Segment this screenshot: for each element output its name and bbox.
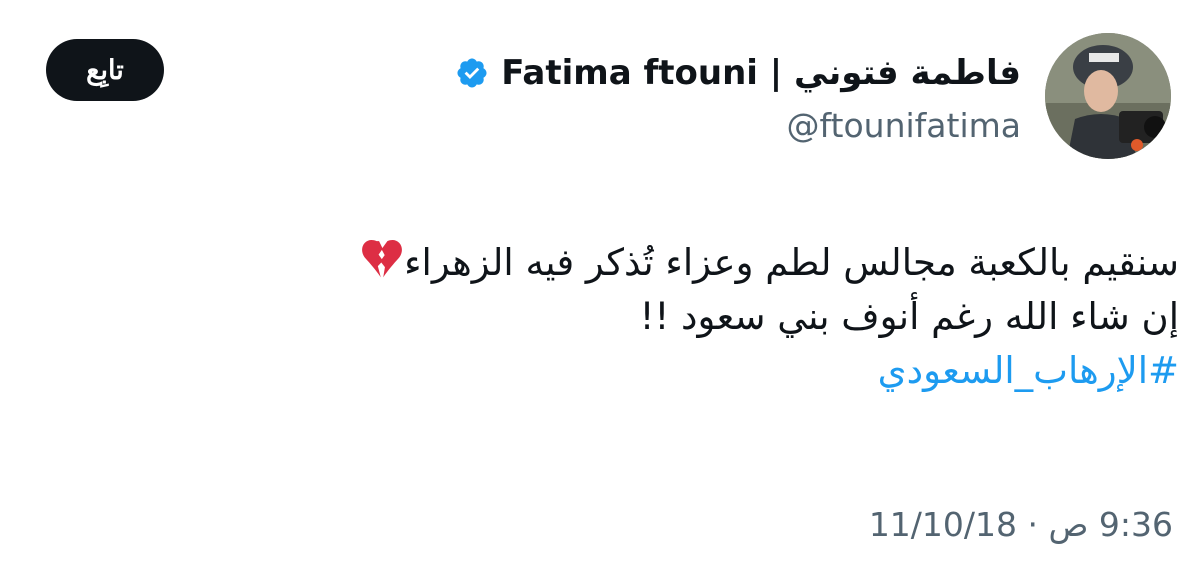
avatar-image — [1045, 33, 1171, 159]
hashtag-link[interactable]: #الإرهاب_السعودي — [59, 344, 1179, 398]
broken-heart-icon — [362, 239, 403, 278]
avatar[interactable] — [1045, 33, 1171, 159]
follow-button[interactable]: تابِع — [46, 39, 164, 101]
tweet-card: تابِع فاطمة فتوني | Fatima ftouni @ftoun… — [0, 0, 1199, 577]
verified-badge-icon — [457, 58, 487, 88]
author-display-name[interactable]: فاطمة فتوني | Fatima ftouni — [501, 53, 1021, 93]
tweet-line-2: إن شاء الله رغم أنوف بني سعود !! — [639, 295, 1179, 338]
tweet-timestamp[interactable]: 9:36 ص · 11/10/18 — [869, 505, 1173, 544]
author-name-row: فاطمة فتوني | Fatima ftouni — [455, 48, 1021, 98]
tweet-line-1-text: سنقيم بالكعبة مجالس لطم وعزاء تُذكر فيه … — [404, 241, 1179, 284]
tweet-text: سنقيم بالكعبة مجالس لطم وعزاء تُذكر فيه … — [59, 236, 1179, 398]
tweet-line-1: سنقيم بالكعبة مجالس لطم وعزاء تُذكر فيه … — [59, 236, 1179, 290]
author-handle[interactable]: @ftounifatima — [787, 106, 1021, 145]
